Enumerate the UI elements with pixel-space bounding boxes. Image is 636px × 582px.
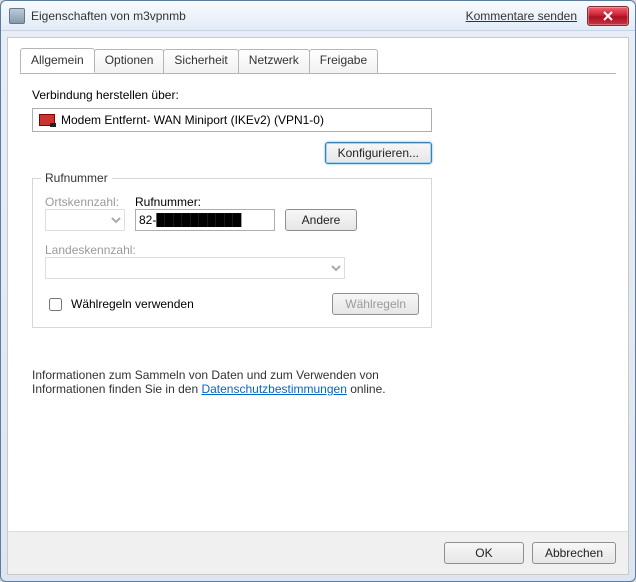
privacy-info-text-2: online. xyxy=(347,382,386,396)
titlebar: Eigenschaften von m3vpnmb Kommentare sen… xyxy=(1,1,635,31)
waehlregeln-checkbox[interactable] xyxy=(49,298,62,311)
tab-netzwerk[interactable]: Netzwerk xyxy=(238,49,310,74)
window-title: Eigenschaften von m3vpnmb xyxy=(31,9,186,23)
modem-icon xyxy=(39,114,55,126)
dialog-window: Eigenschaften von m3vpnmb Kommentare sen… xyxy=(0,0,636,582)
privacy-link[interactable]: Datenschutzbestimmungen xyxy=(201,382,346,396)
waehlregeln-button: Wählregeln xyxy=(332,293,419,315)
waehlregeln-checkbox-label: Wählregeln verwenden xyxy=(71,297,194,311)
connect-via-value: Modem Entfernt- WAN Miniport (IKEv2) (VP… xyxy=(61,113,324,127)
client-area: Allgemein Optionen Sicherheit Netzwerk F… xyxy=(7,37,629,575)
rufnummer-input[interactable] xyxy=(135,209,275,231)
rufnummer-label: Rufnummer: xyxy=(135,195,275,209)
tab-sicherheit[interactable]: Sicherheit xyxy=(163,49,238,74)
comments-link[interactable]: Kommentare senden xyxy=(466,9,577,23)
andere-button[interactable]: Andere xyxy=(285,209,357,231)
ortskennzahl-select xyxy=(45,209,125,231)
ortskennzahl-label: Ortskennzahl: xyxy=(45,195,125,209)
window-icon xyxy=(9,8,25,24)
configure-button[interactable]: Konfigurieren... xyxy=(325,142,432,164)
tab-strip: Allgemein Optionen Sicherheit Netzwerk F… xyxy=(8,38,628,73)
privacy-info: Informationen zum Sammeln von Daten und … xyxy=(32,368,452,396)
rufnummer-group: Rufnummer Ortskennzahl: Rufnummer: Ander… xyxy=(32,178,432,328)
tab-allgemein[interactable]: Allgemein xyxy=(20,48,95,73)
landeskennzahl-label: Landeskennzahl: xyxy=(45,243,419,257)
tab-panel-allgemein: Verbindung herstellen über: Modem Entfer… xyxy=(20,73,616,531)
dialog-footer: OK Abbrechen xyxy=(8,531,628,574)
tab-freigabe[interactable]: Freigabe xyxy=(309,49,378,74)
cancel-button[interactable]: Abbrechen xyxy=(532,542,616,564)
ok-button[interactable]: OK xyxy=(444,542,524,564)
landeskennzahl-select xyxy=(45,257,345,279)
connect-via-box: Modem Entfernt- WAN Miniport (IKEv2) (VP… xyxy=(32,108,432,132)
close-button[interactable] xyxy=(587,6,629,26)
close-icon xyxy=(603,11,613,21)
rufnummer-group-title: Rufnummer xyxy=(41,171,112,185)
connect-via-label: Verbindung herstellen über: xyxy=(32,88,604,102)
tab-optionen[interactable]: Optionen xyxy=(94,49,165,74)
